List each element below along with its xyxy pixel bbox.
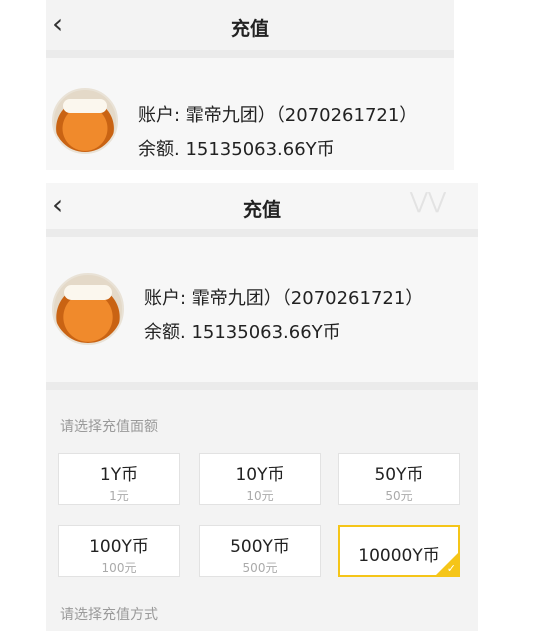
divider [46, 382, 478, 390]
amount-section: 请选择充值面额 1Y币 1元 10Y币 10元 50Y币 50元 100Y币 1… [46, 390, 478, 631]
account-label: 账户: 霏帝九团）（2070261721） [138, 105, 418, 126]
option-card-100[interactable]: 100Y币 100元 [58, 525, 180, 577]
header-1: ‹ 充值 [46, 0, 454, 50]
screenshot-2: ‹ 充值 ⋁⋁ 账户: 霏帝九团）（2070261721） 余额. 151350… [46, 183, 478, 631]
account-section: 账户: 霏帝九团）（2070261721） 余额. 15135063.66Y币 [46, 58, 454, 170]
balance-label: 余额. 15135063.66Y币 [138, 139, 335, 160]
checkmark-icon: ✓ [446, 562, 456, 575]
avatar [52, 88, 118, 154]
option-card-500[interactable]: 500Y币 500元 [199, 525, 321, 577]
option-card-10[interactable]: 10Y币 10元 [199, 453, 321, 505]
divider [46, 229, 478, 237]
account-label: 账户: 霏帝九团）（2070261721） [144, 288, 424, 309]
header-2: ‹ 充值 ⋁⋁ [46, 183, 478, 229]
watermark-icon: ⋁⋁ [409, 189, 446, 214]
screenshot-1: ‹ 充值 账户: 霏帝九团）（2070261721） 余额. 15135063.… [46, 0, 454, 170]
avatar [52, 273, 124, 345]
account-section: 账户: 霏帝九团）（2070261721） 余额. 15135063.66Y币 [46, 237, 478, 382]
select-method-label: 请选择充值方式 [60, 607, 158, 623]
divider [46, 50, 454, 58]
page-title: 充值 [230, 18, 269, 40]
select-amount-label: 请选择充值面额 [60, 419, 158, 435]
option-card-10000[interactable]: 10000Y币 ✓ [338, 525, 460, 577]
option-card-1[interactable]: 1Y币 1元 [58, 453, 180, 505]
balance-label: 余额. 15135063.66Y币 [144, 322, 341, 343]
option-card-50[interactable]: 50Y币 50元 [338, 453, 460, 505]
